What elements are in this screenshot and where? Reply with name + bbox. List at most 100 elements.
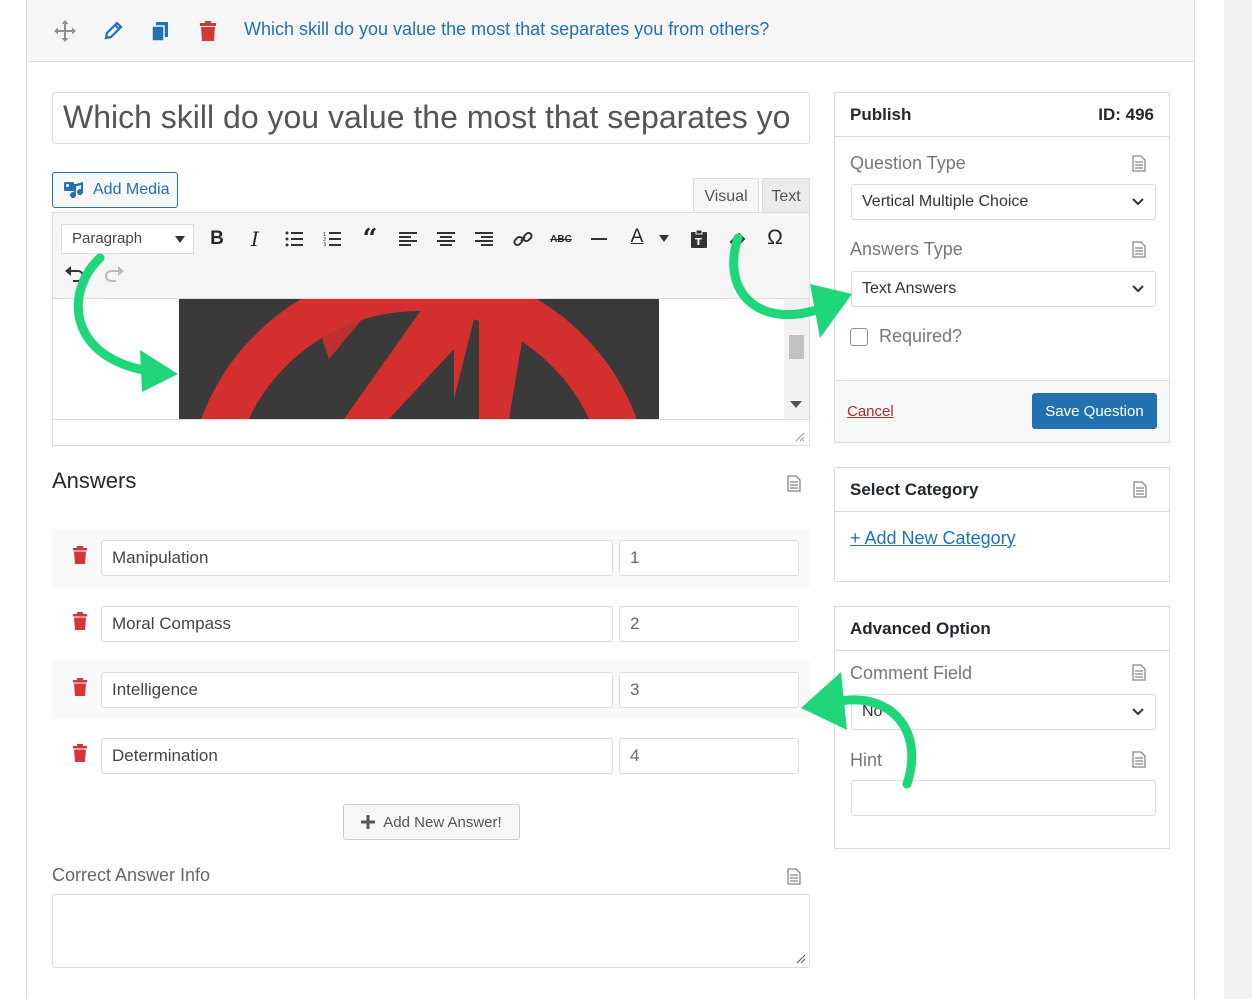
- answer-value-input[interactable]: 3: [619, 672, 799, 708]
- answer-value-input[interactable]: 2: [619, 606, 799, 642]
- document-icon[interactable]: [1132, 155, 1146, 172]
- align-left-icon[interactable]: [395, 226, 421, 252]
- paste-text-icon[interactable]: T: [686, 226, 712, 252]
- publish-actions: Cancel Save Question: [835, 380, 1169, 442]
- editor-scrollbar[interactable]: [784, 299, 809, 419]
- answer-row: Determination 4: [52, 727, 810, 785]
- advanced-title: Advanced Option: [850, 619, 991, 638]
- resize-handle-icon[interactable]: [796, 954, 806, 964]
- category-box: Select Category + Add New Category: [834, 467, 1170, 582]
- document-icon[interactable]: [787, 868, 801, 885]
- answer-row: Moral Compass 2: [52, 595, 810, 653]
- move-icon[interactable]: [53, 19, 77, 43]
- comment-field-select[interactable]: No: [851, 694, 1156, 730]
- scroll-down-icon[interactable]: [790, 401, 802, 409]
- publish-box: Publish ID: 496 Question Type Vertical M…: [834, 92, 1170, 443]
- horizontal-rule-icon[interactable]: [586, 226, 612, 252]
- publish-title: Publish: [850, 105, 912, 124]
- media-icon: [64, 182, 84, 199]
- required-label: Required?: [879, 326, 963, 346]
- trash-icon[interactable]: [196, 19, 220, 43]
- caret-down-icon: [175, 236, 185, 243]
- category-header: Select Category: [835, 468, 1169, 512]
- answer-value-input[interactable]: 1: [619, 540, 799, 576]
- blockquote-icon[interactable]: “: [357, 224, 383, 254]
- correct-answer-label: Correct Answer Info: [52, 865, 211, 885]
- answer-text-input[interactable]: Manipulation: [101, 540, 613, 576]
- chevron-down-icon: [1132, 708, 1144, 716]
- answer-text-input[interactable]: Intelligence: [101, 672, 613, 708]
- add-answer-button[interactable]: Add New Answer!: [343, 804, 520, 840]
- question-id: ID: 496: [1098, 105, 1154, 124]
- numbered-list-icon[interactable]: 123: [319, 226, 345, 252]
- answer-row: Manipulation 1: [52, 529, 810, 587]
- required-checkbox[interactable]: [850, 328, 868, 346]
- answers-type-value: Text Answers: [862, 280, 957, 297]
- document-icon[interactable]: [787, 475, 801, 492]
- italic-icon[interactable]: I: [242, 226, 268, 252]
- format-select-value: Paragraph: [72, 230, 143, 247]
- svg-text:T: T: [695, 237, 702, 248]
- answer-text-input[interactable]: Determination: [101, 738, 613, 774]
- answer-text-input[interactable]: Moral Compass: [101, 606, 613, 642]
- bullet-list-icon[interactable]: [281, 226, 307, 252]
- trash-icon[interactable]: [72, 744, 88, 762]
- add-new-category-link[interactable]: + Add New Category: [850, 528, 1016, 549]
- document-icon[interactable]: [1133, 481, 1147, 498]
- comment-field-value: No: [862, 703, 883, 720]
- save-question-button[interactable]: Save Question: [1032, 393, 1157, 429]
- question-title-link[interactable]: Which skill do you value the most that s…: [244, 19, 769, 40]
- strikethrough-icon[interactable]: ABC: [548, 226, 574, 252]
- editor-embedded-image: [179, 299, 659, 419]
- caret-down-icon[interactable]: [651, 226, 677, 252]
- answer-row: Intelligence 3: [52, 661, 810, 719]
- publish-header: Publish ID: 496: [835, 93, 1169, 137]
- pencil-icon[interactable]: [101, 19, 125, 43]
- question-type-label: Question Type: [850, 153, 966, 173]
- format-select[interactable]: Paragraph: [61, 224, 194, 254]
- question-type-select[interactable]: Vertical Multiple Choice: [851, 184, 1156, 220]
- question-title-input[interactable]: Which skill do you value the most that s…: [52, 92, 810, 144]
- trash-icon[interactable]: [72, 546, 88, 564]
- trash-icon[interactable]: [72, 612, 88, 630]
- tab-text[interactable]: Text: [762, 178, 810, 214]
- editor-content[interactable]: [53, 299, 809, 419]
- rich-text-editor: Paragraph B I 123 “ ABC A T Ω: [52, 212, 810, 446]
- document-icon[interactable]: [1132, 664, 1146, 681]
- editor-toolbar: Paragraph B I 123 “ ABC A T Ω: [53, 213, 809, 299]
- answer-value-input[interactable]: 4: [619, 738, 799, 774]
- answers-type-label: Answers Type: [850, 239, 963, 259]
- align-center-icon[interactable]: [433, 226, 459, 252]
- hint-input[interactable]: [851, 780, 1156, 816]
- answers-type-select[interactable]: Text Answers: [851, 271, 1156, 307]
- bold-icon[interactable]: B: [204, 226, 230, 252]
- comment-field-label: Comment Field: [850, 663, 973, 683]
- scroll-thumb[interactable]: [789, 335, 804, 359]
- resize-handle-icon[interactable]: [795, 432, 805, 442]
- chevron-down-icon: [1132, 198, 1144, 206]
- page-scroll-gutter: [1224, 0, 1252, 999]
- trash-icon[interactable]: [72, 678, 88, 696]
- document-icon[interactable]: [1132, 241, 1146, 258]
- clear-formatting-icon[interactable]: [724, 226, 750, 252]
- cancel-link[interactable]: Cancel: [847, 403, 894, 420]
- document-icon[interactable]: [1132, 751, 1146, 768]
- copy-icon[interactable]: [148, 19, 172, 43]
- answers-heading: Answers: [52, 468, 137, 493]
- correct-answer-textarea[interactable]: [52, 894, 810, 968]
- special-character-icon[interactable]: Ω: [762, 225, 788, 251]
- add-media-button[interactable]: Add Media: [52, 172, 178, 208]
- advanced-option-box: Advanced Option Comment Field No Hint: [834, 606, 1170, 849]
- category-title: Select Category: [850, 480, 979, 499]
- chevron-down-icon: [1132, 285, 1144, 293]
- add-media-label: Add Media: [93, 181, 170, 198]
- redo-icon[interactable]: [101, 260, 127, 286]
- question-header-bar: Which skill do you value the most that s…: [27, 0, 1194, 62]
- link-icon[interactable]: [510, 226, 536, 252]
- align-right-icon[interactable]: [471, 226, 497, 252]
- question-type-value: Vertical Multiple Choice: [862, 193, 1029, 210]
- text-color-icon[interactable]: A: [624, 224, 650, 250]
- tab-visual[interactable]: Visual: [693, 178, 759, 214]
- undo-icon[interactable]: [62, 260, 88, 286]
- advanced-header: Advanced Option: [835, 607, 1169, 651]
